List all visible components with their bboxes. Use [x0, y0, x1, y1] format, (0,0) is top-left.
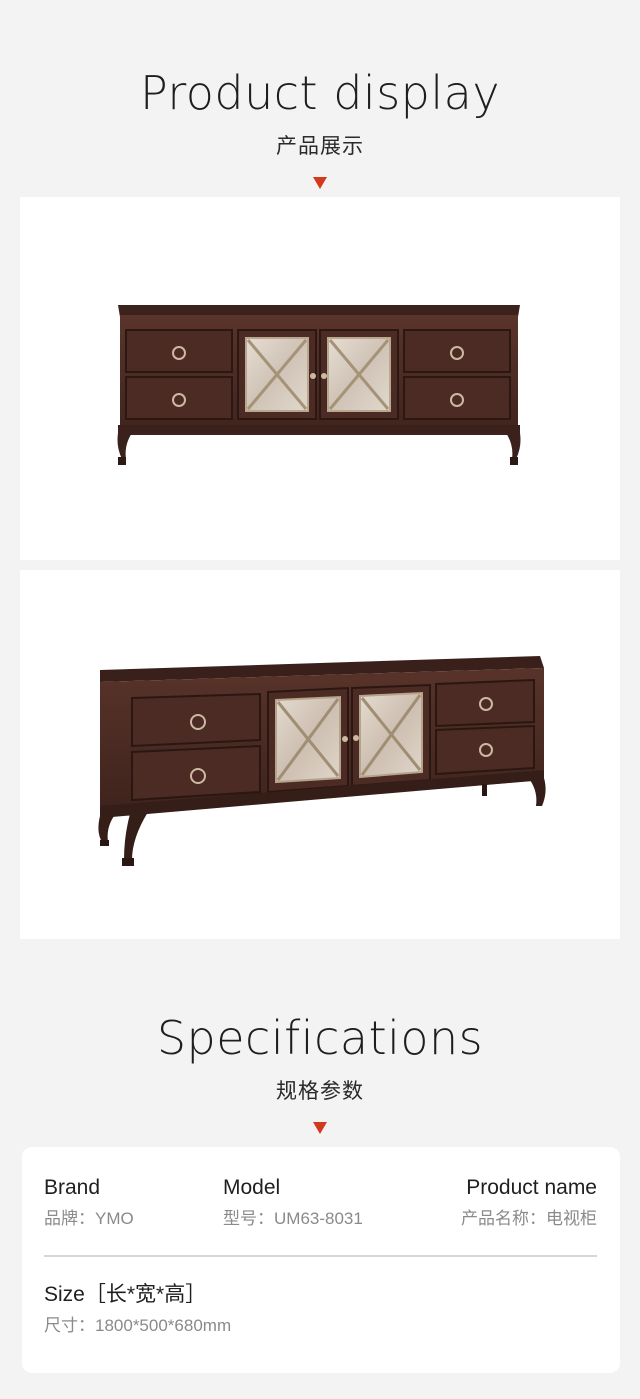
spec-divider	[44, 1255, 597, 1257]
product-name-label: Product name	[466, 1176, 597, 1199]
product-image-angle	[20, 570, 620, 939]
size-label: Size［长*宽*高］	[44, 1283, 207, 1306]
model-label: Model	[223, 1176, 281, 1199]
size-value: 尺寸：1800*500*680mm	[44, 1316, 232, 1335]
product-name-value: 产品名称：电视柜	[461, 1209, 597, 1228]
spec-brand: Brand 品牌：YMO	[44, 1177, 134, 1227]
down-triangle-icon	[313, 1122, 327, 1134]
product-image-front	[20, 197, 620, 560]
tv-cabinet-angle-illustration	[98, 656, 546, 866]
brand-label: Brand	[44, 1176, 101, 1199]
tv-cabinet-front-illustration	[117, 305, 521, 465]
down-triangle-icon	[313, 177, 327, 189]
product-display-header: Product display 产品展示	[0, 70, 640, 189]
section-title-en: Product display	[139, 66, 501, 120]
section-title-cn: 产品展示	[276, 135, 364, 158]
section-title-en: Specifications	[156, 1011, 484, 1065]
spec-product-name: Product name 产品名称：电视柜	[461, 1177, 597, 1227]
section-title-cn: 规格参数	[276, 1080, 364, 1103]
spec-model: Model 型号：UM63-8031	[223, 1177, 363, 1227]
model-value: 型号：UM63-8031	[223, 1209, 363, 1228]
specifications-card: Brand 品牌：YMO Model 型号：UM63-8031 Product …	[22, 1147, 620, 1373]
spec-size: Size［长*宽*高］ 尺寸：1800*500*680mm	[44, 1284, 231, 1334]
brand-value: 品牌：YMO	[44, 1209, 134, 1228]
specifications-header: Specifications 规格参数	[0, 1015, 640, 1134]
